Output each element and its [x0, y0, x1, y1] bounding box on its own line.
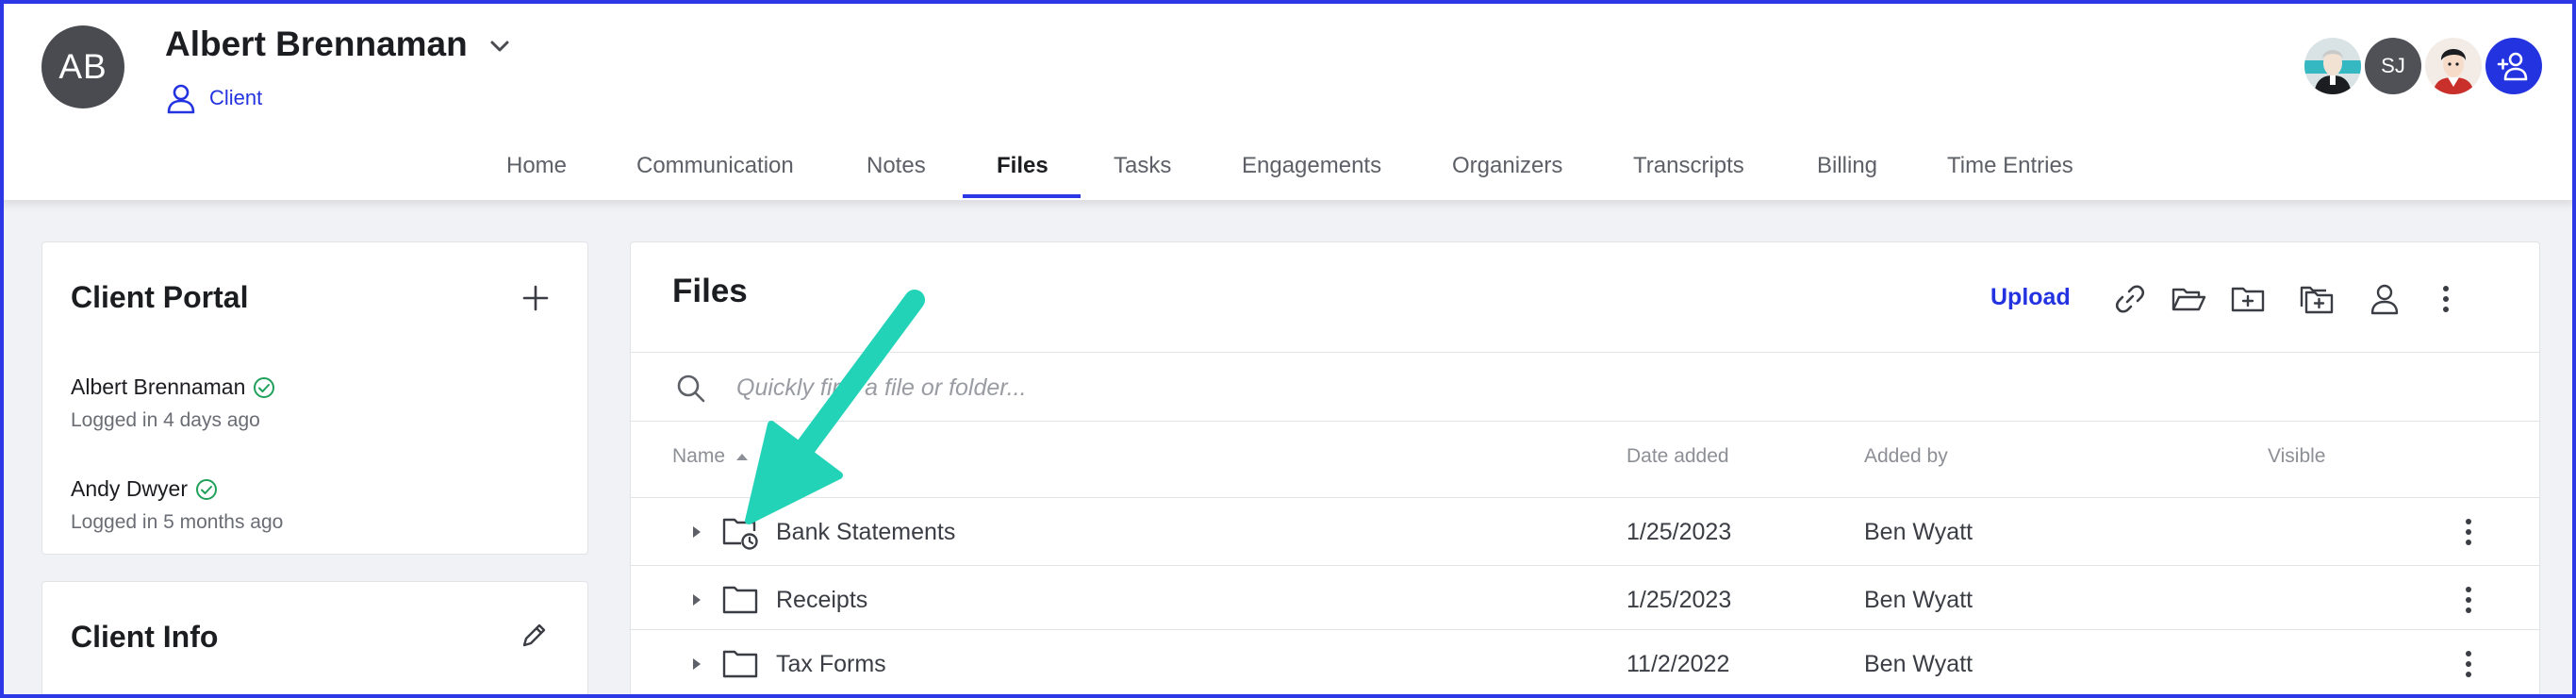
team-member-avatar[interactable]: [2425, 38, 2482, 94]
client-info-title: Client Info: [71, 620, 219, 654]
chevron-down-icon[interactable]: [487, 36, 513, 57]
person-icon: [167, 84, 195, 114]
file-date: 11/2/2022: [1627, 651, 1730, 677]
file-added-by: Ben Wyatt: [1864, 651, 1973, 677]
search-icon: [677, 374, 705, 403]
folder-icon: [722, 586, 758, 614]
client-role-label: Client: [209, 86, 263, 109]
folder-plus-icon[interactable]: [2229, 280, 2267, 318]
tab-time-entries[interactable]: Time Entries: [1947, 153, 2073, 179]
annotation-arrow-icon: [745, 290, 925, 524]
client-name[interactable]: Albert Brennaman: [165, 25, 468, 64]
file-name[interactable]: Tax Forms: [776, 651, 886, 678]
portal-user-status: Logged in 4 days ago: [71, 409, 260, 431]
file-name[interactable]: Receipts: [776, 587, 867, 614]
file-added-by: Ben Wyatt: [1864, 587, 1973, 613]
active-tab-indicator: [963, 194, 1081, 198]
cartoon-person-icon: [2433, 49, 2474, 94]
portal-user: Andy Dwyer Logged in 5 months ago: [71, 476, 283, 534]
client-role: Client: [164, 81, 262, 115]
table-row[interactable]: Tax Forms 11/2/2022 Ben Wyatt: [631, 629, 2539, 697]
upload-button[interactable]: Upload: [1990, 284, 2071, 311]
column-header-visible[interactable]: Visible: [2268, 445, 2325, 468]
tab-transcripts[interactable]: Transcripts: [1633, 153, 1744, 179]
caret-right-icon[interactable]: [691, 656, 702, 672]
tab-engagements[interactable]: Engagements: [1242, 153, 1381, 179]
cartoon-person-icon: [2304, 50, 2361, 94]
tab-files[interactable]: Files: [997, 153, 1049, 179]
more-vertical-icon[interactable]: [2454, 515, 2483, 549]
portal-user-name: Andy Dwyer: [71, 476, 188, 501]
plus-icon[interactable]: [521, 284, 550, 312]
more-vertical-icon[interactable]: [2454, 583, 2483, 617]
folder-open-icon[interactable]: [2170, 280, 2207, 318]
folder-icon: [722, 650, 758, 678]
tab-organizers[interactable]: Organizers: [1452, 153, 1562, 179]
column-header-date[interactable]: Date added: [1627, 445, 1729, 468]
team-avatars: SJ: [2301, 38, 2542, 94]
more-vertical-icon[interactable]: [2454, 647, 2483, 681]
person-icon[interactable]: [2366, 280, 2403, 318]
tab-notes[interactable]: Notes: [867, 153, 926, 179]
caret-right-icon[interactable]: [691, 524, 702, 540]
main-nav: Home Communication Notes Files Tasks Eng…: [0, 140, 2576, 200]
client-info-card: Client Info: [41, 581, 588, 698]
client-header: AB Albert Brennaman Client Home Communic…: [0, 0, 2576, 200]
caret-right-icon[interactable]: [691, 592, 702, 607]
file-date: 1/25/2023: [1627, 587, 1732, 613]
folders-plus-icon[interactable]: [2298, 280, 2336, 318]
check-circle-icon: [195, 478, 217, 500]
link-icon[interactable]: [2111, 280, 2149, 318]
client-portal-title: Client Portal: [71, 280, 249, 314]
add-team-member-button[interactable]: [2485, 38, 2542, 94]
tab-home[interactable]: Home: [506, 153, 567, 179]
more-vertical-icon[interactable]: [2427, 280, 2465, 318]
client-avatar: AB: [41, 25, 124, 108]
check-circle-icon: [254, 376, 275, 398]
team-member-avatar[interactable]: [2304, 38, 2361, 94]
add-person-icon: [2497, 52, 2528, 81]
file-date: 1/25/2023: [1627, 519, 1732, 545]
pencil-icon[interactable]: [520, 620, 550, 650]
portal-user-name: Albert Brennaman: [71, 374, 246, 399]
tab-billing[interactable]: Billing: [1817, 153, 1877, 179]
portal-user: Albert Brennaman Logged in 4 days ago: [71, 374, 275, 432]
table-row[interactable]: Receipts 1/25/2023 Ben Wyatt: [631, 565, 2539, 633]
portal-user-status: Logged in 5 months ago: [71, 511, 284, 533]
file-added-by: Ben Wyatt: [1864, 519, 1973, 545]
column-header-added-by[interactable]: Added by: [1864, 445, 1948, 468]
tab-tasks[interactable]: Tasks: [1114, 153, 1171, 179]
team-member-avatar[interactable]: SJ: [2365, 38, 2421, 94]
client-portal-card: Client Portal Albert Brennaman Logged in…: [41, 241, 588, 555]
tab-communication[interactable]: Communication: [636, 153, 794, 179]
file-search-input[interactable]: [736, 366, 2339, 409]
